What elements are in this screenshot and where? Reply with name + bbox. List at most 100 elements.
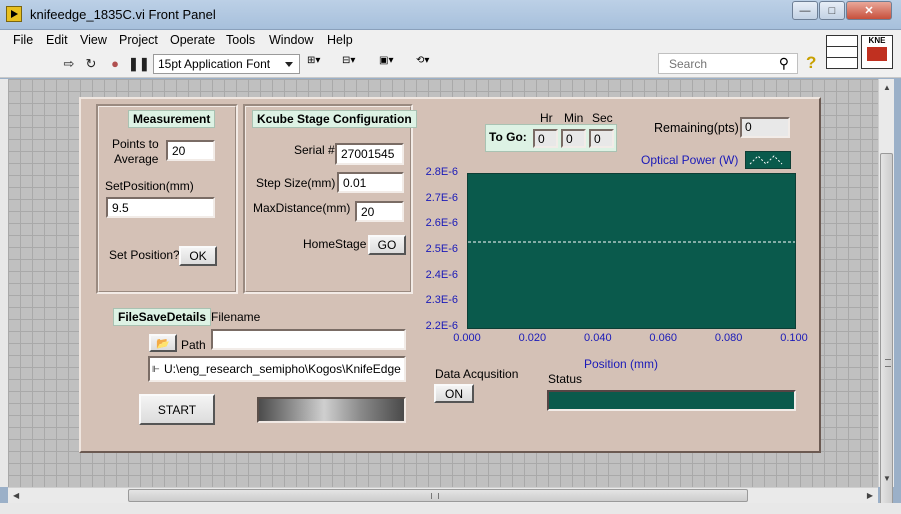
maximize-button[interactable]: □	[819, 1, 845, 20]
data-acquisition-label: Data Acqusition	[435, 367, 519, 381]
menu-view[interactable]: View	[80, 33, 107, 47]
filesave-header: FileSaveDetails	[113, 308, 212, 326]
scroll-down-icon[interactable]: ▼	[883, 474, 891, 483]
y-tick-label: 2.8E-6	[425, 166, 458, 178]
points-to-label: Points to	[112, 137, 159, 151]
hr-label: Hr	[540, 111, 553, 125]
left-margin	[0, 79, 8, 487]
context-help-icon[interactable]: ?	[806, 53, 816, 73]
vi-icon[interactable]: KNE	[861, 35, 893, 69]
search-input[interactable]	[669, 57, 773, 71]
menu-bar: File Edit View Project Operate Tools Win…	[0, 30, 901, 50]
x-tick-label: 0.100	[780, 332, 808, 344]
menu-window[interactable]: Window	[269, 33, 313, 47]
path-value: U:\eng_research_semipho\Kogos\KnifeEdge	[164, 362, 401, 376]
y-tick-label: 2.6E-6	[425, 217, 458, 230]
menu-edit[interactable]: Edit	[46, 33, 68, 47]
y-tick-label: 2.5E-6	[425, 243, 458, 255]
vertical-scrollbar[interactable]: ▲ ▼	[878, 79, 894, 507]
max-distance-input[interactable]: 20	[355, 201, 404, 222]
step-size-input[interactable]: 0.01	[337, 172, 404, 193]
vi-icon-text: KNE	[868, 36, 886, 45]
menu-project[interactable]: Project	[119, 33, 158, 47]
filename-input[interactable]	[211, 329, 406, 350]
waveform-chart-plot[interactable]	[467, 173, 796, 329]
scroll-right-icon[interactable]: ▶	[867, 491, 873, 500]
align-objects-icon[interactable]: ⊞▾	[307, 55, 339, 73]
x-axis-title: Position (mm)	[584, 357, 659, 371]
path-label: Path	[181, 338, 206, 352]
toolbar: ⇨ ↻ ● ❚❚ 15pt Application Font ⊞▾ ⊟▾ ▣▾ …	[0, 50, 901, 78]
y-tick-label: 2.7E-6	[425, 191, 458, 204]
search-box[interactable]: ⚲	[658, 53, 798, 74]
y-tick-label: 2.4E-6	[425, 268, 458, 281]
remaining-label: Remaining(pts)	[654, 121, 739, 135]
progress-indicator	[257, 397, 406, 423]
step-size-label: Step Size(mm)	[256, 176, 336, 190]
x-tick-label: 0.080	[714, 332, 743, 344]
kcube-header: Kcube Stage Configuration	[252, 110, 417, 128]
distribute-objects-icon[interactable]: ⊟▾	[342, 55, 374, 73]
chart-legend-label: Optical Power (W)	[641, 153, 739, 167]
average-label: Average	[114, 152, 159, 166]
vi-icon-graphic	[867, 47, 887, 61]
filename-label: Filename	[211, 310, 261, 324]
set-position-question-label: Set Position?	[109, 248, 180, 262]
menu-file[interactable]: File	[13, 33, 33, 47]
start-button[interactable]: START	[139, 394, 215, 425]
run-arrow-icon[interactable]: ⇨	[60, 56, 78, 72]
min-label: Min	[564, 111, 584, 125]
chevron-down-icon	[285, 62, 293, 67]
points-to-average-input[interactable]: 20	[166, 140, 215, 161]
legend-line-icon	[749, 155, 783, 165]
menu-help[interactable]: Help	[327, 33, 353, 47]
set-position-ok-button[interactable]: OK	[179, 246, 217, 266]
pause-icon[interactable]: ❚❚	[128, 56, 150, 72]
search-icon[interactable]: ⚲	[779, 55, 789, 72]
status-label: Status	[548, 372, 583, 386]
hours-indicator: 0	[533, 129, 558, 148]
labview-run-icon	[6, 6, 22, 22]
max-distance-label: MaxDistance(mm)	[253, 201, 351, 215]
abort-icon[interactable]: ●	[106, 56, 124, 72]
window-title: knifeedge_1835C.vi Front Panel	[30, 7, 216, 22]
home-stage-go-button[interactable]: GO	[368, 235, 406, 255]
horizontal-scrollbar[interactable]: ◀ ▶	[8, 487, 878, 503]
chart-svg	[468, 241, 795, 243]
x-tick-label: 0.060	[649, 332, 677, 344]
sec-label: Sec	[592, 111, 613, 125]
font-select-value: 15pt Application Font	[158, 57, 271, 71]
measurement-header: Measurement	[128, 110, 216, 128]
path-type-icon: ⊩	[152, 364, 160, 374]
minutes-indicator: 0	[561, 129, 586, 148]
status-indicator	[547, 390, 796, 411]
serial-input[interactable]: 27001545	[335, 143, 404, 165]
x-tick-label: 0.000	[453, 332, 481, 344]
horizontal-scroll-thumb[interactable]	[128, 489, 748, 502]
setposition-input[interactable]: 9.5	[106, 197, 215, 218]
y-tick-label: 2.3E-6	[425, 294, 458, 307]
path-input[interactable]: ⊩ U:\eng_research_semipho\Kogos\KnifeEdg…	[148, 356, 406, 382]
menu-operate[interactable]: Operate	[170, 33, 215, 47]
chart-legend-swatch[interactable]	[745, 151, 791, 169]
reorder-icon[interactable]: ⟲▾	[416, 55, 448, 73]
minimize-button[interactable]: —	[792, 1, 818, 20]
font-select[interactable]: 15pt Application Font	[153, 54, 300, 74]
kcube-group	[243, 104, 413, 294]
resize-objects-icon[interactable]: ▣▾	[379, 55, 411, 73]
to-go-label: To Go:	[489, 130, 527, 144]
bottom-strip	[0, 503, 901, 514]
vertical-scroll-thumb[interactable]	[880, 153, 893, 507]
x-tick-label: 0.040	[584, 332, 612, 344]
menu-tools[interactable]: Tools	[226, 33, 255, 47]
connector-pane-icon[interactable]	[826, 35, 858, 69]
close-button[interactable]: ✕	[846, 1, 892, 20]
serial-label: Serial #	[294, 143, 335, 157]
data-acquisition-toggle[interactable]: ON	[434, 384, 474, 403]
browse-folder-button[interactable]: 📂	[149, 334, 177, 352]
scroll-left-icon[interactable]: ◀	[13, 491, 19, 500]
title-bar: knifeedge_1835C.vi Front Panel — □ ✕	[0, 0, 901, 30]
run-continuously-icon[interactable]: ↻	[82, 56, 100, 72]
seconds-indicator: 0	[589, 129, 614, 148]
scroll-up-icon[interactable]: ▲	[883, 83, 891, 92]
